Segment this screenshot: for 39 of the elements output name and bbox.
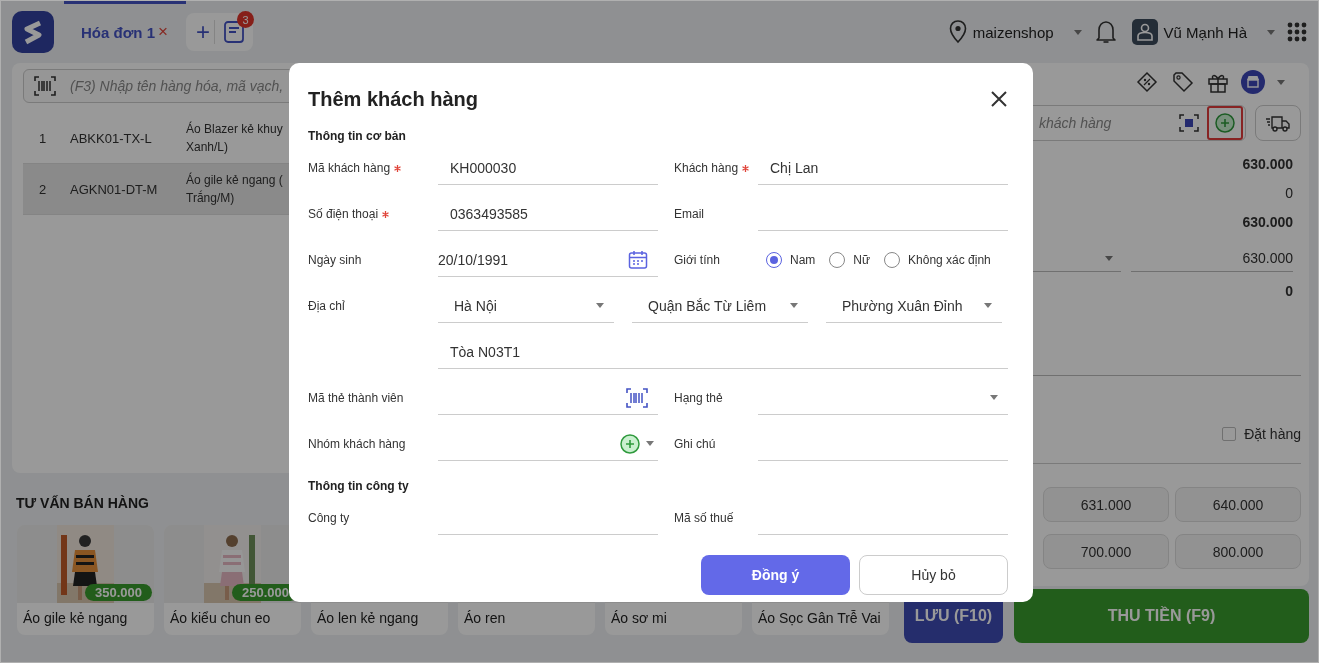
product-name: Áo len kẻ ngang <box>316 609 420 626</box>
count-badge: 3 <box>237 11 254 28</box>
amount-value: 0 <box>1285 282 1293 299</box>
field-label: Ngày sinh <box>308 253 362 267</box>
product-name: Áo kiểu chun eo <box>169 609 272 626</box>
section-title: Thông tin cơ bản <box>308 129 407 145</box>
product-name: Áo gile kẻ ngang <box>22 609 129 626</box>
amount-value: 630.000 <box>1242 213 1293 230</box>
dialog-title: Thêm khách hàng <box>308 87 479 111</box>
amount-value: 0 <box>1285 184 1293 201</box>
field-label: Email <box>674 207 704 221</box>
table-cell-text: AGKN01-DT-M <box>70 181 159 197</box>
product-name: Áo sơ mi <box>610 609 668 626</box>
product-name: Áo ren <box>463 609 507 626</box>
table-cell: Áo Blazer kẻ khuy Xanh/L) <box>186 120 283 156</box>
field-label: Ghi chú <box>674 437 716 451</box>
section-title: Thông tin công ty <box>308 479 410 495</box>
field-label: Mã khách hàng <box>308 161 391 175</box>
field-label: Mã số thuế <box>674 511 734 525</box>
price-badge: 350.000 <box>85 584 152 601</box>
radio-label: Nam <box>790 253 816 267</box>
field-label: Công ty <box>308 511 350 525</box>
field-label: Khách hàng <box>674 161 739 175</box>
field-label: Hạng thẻ <box>674 391 723 405</box>
field-label: Số điện thoại <box>308 207 379 221</box>
amount-value: 630.000 <box>1242 155 1293 172</box>
radio-label: Nữ <box>853 253 871 267</box>
field-label: Mã thẻ thành viên <box>308 391 404 405</box>
checkbox-label: Đặt hàng <box>1244 425 1301 442</box>
table-cell: Áo gile kẻ ngang ( Trắng/M) <box>186 171 283 207</box>
section-title: TƯ VẤN BÁN HÀNG <box>16 495 150 511</box>
field-label: Nhóm khách hàng <box>308 437 406 451</box>
table-cell-text: 1 <box>38 130 48 146</box>
product-name: Áo Sọc Gân Trễ Vai <box>757 609 882 626</box>
table-cell-text: ABKK01-TX-L <box>70 130 153 146</box>
table-cell-text: 2 <box>38 181 48 197</box>
field-label: Giới tính <box>674 253 720 267</box>
field-label: Địa chỉ <box>308 299 345 313</box>
radio-label: Không xác định <box>908 253 991 267</box>
